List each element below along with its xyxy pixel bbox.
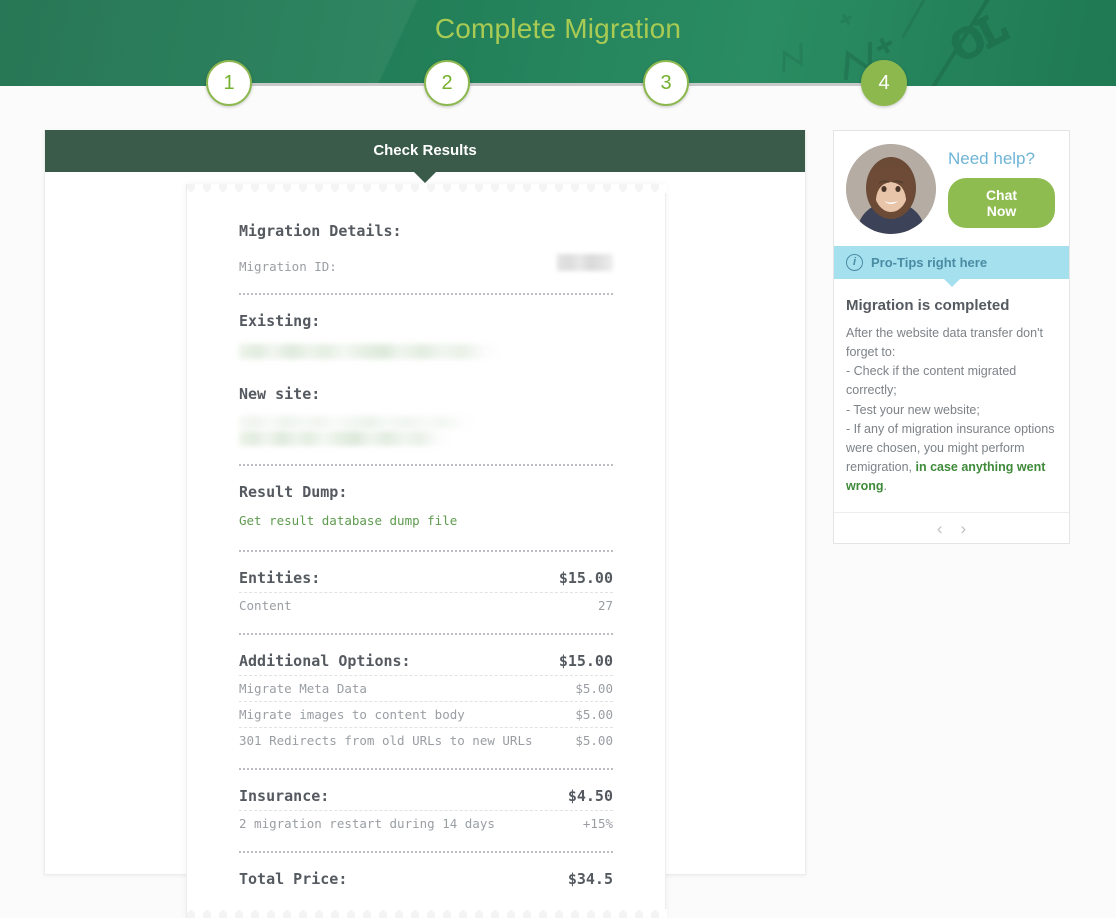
additional-option-value: $5.00 [575, 681, 613, 696]
page-title: Complete Migration [434, 13, 682, 44]
divider-dotted [239, 633, 613, 635]
tip-text: After the website data transfer don't fo… [846, 324, 1057, 496]
help-sidebar: Need help? Chat Now i Pro-Tips right her… [833, 130, 1070, 545]
additional-option-label: Migrate Meta Data [239, 681, 367, 696]
divider-dotted [239, 851, 613, 853]
need-help-card: Need help? Chat Now [833, 130, 1070, 246]
additional-option-row: Migrate Meta Data $5.00 [239, 681, 613, 696]
insurance-row-value: +15% [582, 816, 613, 831]
panel-header-notch [414, 172, 436, 183]
divider-fine [239, 701, 613, 702]
need-help-label: Need help? [948, 149, 1035, 168]
additional-options-header-row: Additional Options: $15.00 [239, 652, 613, 670]
stepper-step-2[interactable]: 2 [424, 60, 470, 106]
entities-row: Content 27 [239, 598, 613, 613]
tip-text-line3: - Test your new website; [846, 402, 980, 417]
existing-site-title: Existing: [239, 312, 321, 330]
entities-total: $15.00 [558, 569, 613, 587]
additional-option-label: 301 Redirects from old URLs to new URLs [239, 733, 533, 748]
chevron-left-icon[interactable]: ‹ [937, 520, 943, 537]
protips-content: Migration is completed After the website… [833, 279, 1070, 513]
chevron-right-icon[interactable]: › [961, 520, 967, 537]
divider-fine [239, 675, 613, 676]
entities-title: Entities: [239, 569, 321, 587]
need-help-content: Need help? Chat Now [948, 149, 1055, 228]
result-dump-title: Result Dump: [239, 483, 348, 501]
additional-option-row: Migrate images to content body $5.00 [239, 707, 613, 722]
new-site-value-redacted-line2 [239, 431, 451, 446]
protips-bar-notch [943, 279, 960, 287]
divider-fine [239, 592, 613, 593]
migration-id-label: Migration ID: [239, 259, 337, 274]
info-icon: i [846, 254, 863, 271]
insurance-title: Insurance: [239, 787, 330, 805]
stepper-step-1[interactable]: 1 [206, 60, 252, 106]
new-site-value-redacted-line1 [239, 416, 479, 429]
entities-row-value: 27 [597, 598, 613, 613]
insurance-row: 2 migration restart during 14 days +15% [239, 816, 613, 831]
receipt-bottom-edge [187, 909, 667, 918]
protips-bar-label: Pro-Tips right here [871, 255, 988, 270]
chat-now-button[interactable]: Chat Now [948, 178, 1055, 228]
divider-fine [239, 727, 613, 728]
protips-carousel-nav: ‹ › [833, 512, 1070, 545]
total-price-label: Total Price: [239, 870, 348, 888]
migration-id-row: Migration ID: [239, 254, 613, 274]
insurance-row-label: 2 migration restart during 14 days [239, 816, 495, 831]
new-site-title: New site: [239, 385, 321, 403]
receipt-top-edge [187, 184, 667, 193]
stepper-connector-line [229, 83, 884, 86]
total-price-value: $34.5 [567, 870, 613, 888]
migration-receipt: Migration Details: Migration ID: Existin… [186, 184, 667, 918]
additional-options-total: $15.00 [558, 652, 613, 670]
divider-dotted [239, 550, 613, 552]
panel-header-label: Check Results [373, 142, 477, 159]
additional-options-title: Additional Options: [239, 652, 411, 670]
entities-header-row: Entities: $15.00 [239, 569, 613, 587]
stepper-step-3[interactable]: 3 [643, 60, 689, 106]
divider-dotted [239, 768, 613, 770]
result-dump-link[interactable]: Get result database dump file [239, 513, 457, 528]
additional-option-value: $5.00 [575, 733, 613, 748]
protips-bar: i Pro-Tips right here [833, 246, 1070, 287]
additional-option-row: 301 Redirects from old URLs to new URLs … [239, 733, 613, 748]
support-agent-avatar [846, 143, 936, 234]
divider-dotted [239, 464, 613, 466]
migration-id-value-redacted [557, 254, 613, 271]
tip-text-line2: - Check if the content migrated correctl… [846, 364, 1017, 398]
stepper-step-4[interactable]: 4 [861, 60, 907, 106]
tip-title: Migration is completed [846, 297, 1010, 314]
check-results-panel: Check Results Migration Details: Migrati… [44, 130, 806, 918]
divider-fine [239, 810, 613, 811]
insurance-total: $4.50 [567, 787, 613, 805]
additional-option-value: $5.00 [575, 707, 613, 722]
existing-site-value-redacted [239, 344, 501, 359]
panel-header: Check Results [45, 130, 805, 183]
entities-row-label: Content [239, 598, 292, 613]
insurance-header-row: Insurance: $4.50 [239, 787, 613, 805]
divider-dotted [239, 293, 613, 295]
total-price-row: Total Price: $34.5 [239, 870, 613, 888]
tip-text-end: . [883, 479, 887, 493]
additional-option-label: Migrate images to content body [239, 707, 465, 722]
tip-text-line1: After the website data transfer don't fo… [846, 326, 1043, 360]
page-body: Check Results Migration Details: Migrati… [0, 86, 1116, 918]
migration-stepper: 1 2 3 4 [0, 60, 1116, 107]
migration-details-title: Migration Details: [239, 222, 402, 240]
